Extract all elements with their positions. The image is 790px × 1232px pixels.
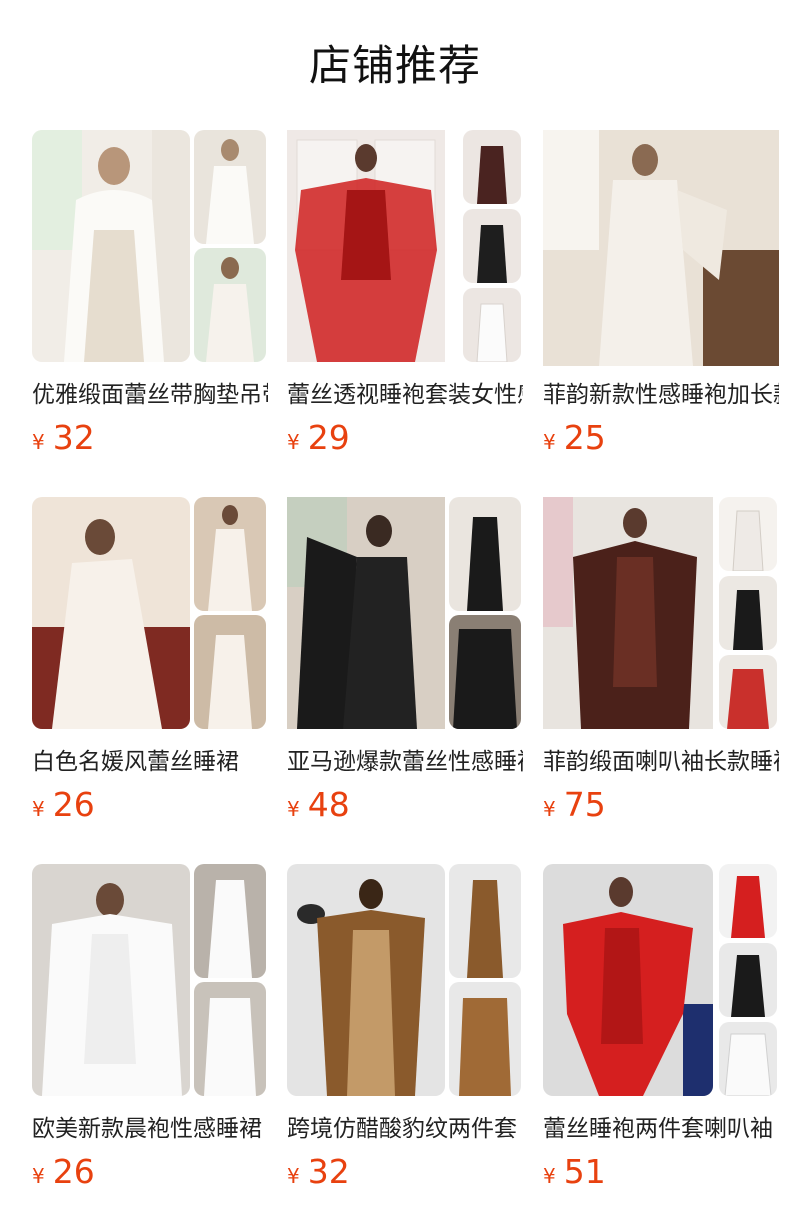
product-side-image [719,655,777,729]
product-side-image [449,615,521,729]
product-card[interactable]: 菲韵缎面喇叭袖长款睡袍 ¥75 [543,497,779,827]
price-value: 75 [563,785,606,824]
currency-symbol: ¥ [543,797,556,821]
product-side-image [194,864,266,978]
product-card[interactable]: 亚马逊爆款蕾丝性感睡裙 ¥48 [287,497,523,827]
product-card[interactable]: 白色名媛风蕾丝睡裙 ¥26 [32,497,268,827]
product-price: ¥48 [287,783,350,827]
product-main-image [32,864,190,1096]
product-price: ¥29 [287,416,350,460]
price-value: 26 [52,1152,95,1191]
product-name[interactable]: 优雅缎面蕾丝带胸垫吊带睡裙 [32,378,268,412]
product-thumbnail[interactable] [32,497,268,733]
price-value: 51 [563,1152,606,1191]
product-name[interactable]: 蕾丝睡袍两件套喇叭袖 [543,1112,779,1146]
product-price: ¥26 [32,1150,95,1194]
product-side-image [719,1022,777,1096]
product-side-image [194,497,266,611]
price-value: 48 [307,785,350,824]
product-card[interactable]: 欧美新款晨袍性感睡裙 ¥26 [32,864,268,1194]
product-price: ¥26 [32,783,95,827]
currency-symbol: ¥ [287,430,300,454]
product-main-image [287,130,445,362]
product-main-image [543,497,713,729]
product-side-image [194,248,266,362]
product-side-image [719,864,777,938]
product-name[interactable]: 亚马逊爆款蕾丝性感睡裙 [287,745,523,779]
product-card[interactable]: 优雅缎面蕾丝带胸垫吊带睡裙 ¥32 [32,130,268,460]
product-price: ¥25 [543,416,606,460]
price-value: 25 [563,418,606,457]
product-thumbnail[interactable] [543,864,779,1100]
product-side-image [449,497,521,611]
product-side-image [194,615,266,729]
product-main-image [32,497,190,729]
product-price: ¥32 [287,1150,350,1194]
price-value: 32 [52,418,95,457]
product-price: ¥51 [543,1150,606,1194]
currency-symbol: ¥ [543,430,556,454]
product-thumbnail[interactable] [32,130,268,366]
product-thumbnail[interactable] [287,497,523,733]
product-main-image [543,864,713,1096]
price-value: 32 [307,1152,350,1191]
product-side-image [463,288,521,362]
product-name[interactable]: 菲韵新款性感睡袍加长款 [543,378,779,412]
product-main-image [32,130,190,362]
product-side-image [719,497,777,571]
product-thumbnail[interactable] [287,864,523,1100]
product-thumbnail[interactable] [543,130,779,366]
currency-symbol: ¥ [32,430,45,454]
product-name[interactable]: 白色名媛风蕾丝睡裙 [32,745,268,779]
currency-symbol: ¥ [32,797,45,821]
product-main-image [287,497,445,729]
product-grid: 优雅缎面蕾丝带胸垫吊带睡裙 ¥32 [0,0,790,1232]
product-name[interactable]: 菲韵缎面喇叭袖长款睡袍 [543,745,779,779]
currency-symbol: ¥ [287,1164,300,1188]
product-name[interactable]: 蕾丝透视睡袍套装女性感 [287,378,523,412]
product-price: ¥32 [32,416,95,460]
product-card[interactable]: 蕾丝透视睡袍套装女性感 ¥29 [287,130,523,460]
product-side-image [194,982,266,1096]
product-thumbnail[interactable] [32,864,268,1100]
product-thumbnail[interactable] [287,130,523,366]
currency-symbol: ¥ [287,797,300,821]
product-price: ¥75 [543,783,606,827]
product-side-image [449,864,521,978]
product-side-image [719,943,777,1017]
product-name[interactable]: 跨境仿醋酸豹纹两件套 [287,1112,523,1146]
product-side-image [194,130,266,244]
product-card[interactable]: 菲韵新款性感睡袍加长款 ¥25 [543,130,779,460]
product-side-image [449,982,521,1096]
product-name[interactable]: 欧美新款晨袍性感睡裙 [32,1112,268,1146]
product-card[interactable]: 跨境仿醋酸豹纹两件套 ¥32 [287,864,523,1194]
currency-symbol: ¥ [543,1164,556,1188]
product-main-image [287,864,445,1096]
product-main-image [543,130,779,366]
currency-symbol: ¥ [32,1164,45,1188]
product-side-image [719,576,777,650]
price-value: 26 [52,785,95,824]
product-side-image [463,130,521,204]
product-card[interactable]: 蕾丝睡袍两件套喇叭袖 ¥51 [543,864,779,1194]
product-thumbnail[interactable] [543,497,779,733]
price-value: 29 [307,418,350,457]
product-side-image [463,209,521,283]
